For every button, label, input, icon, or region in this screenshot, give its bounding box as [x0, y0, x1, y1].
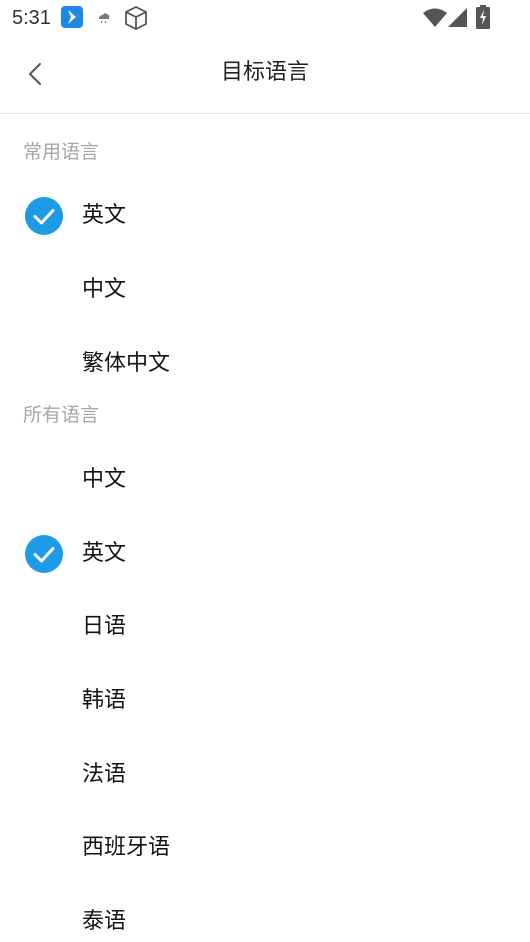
- language-label: 英文: [82, 203, 127, 228]
- language-label: 英文: [82, 541, 127, 566]
- language-option-english[interactable]: 英文: [0, 523, 530, 585]
- language-label: 中文: [82, 277, 127, 302]
- cube-icon: [125, 6, 147, 30]
- language-label: 日语: [82, 614, 127, 639]
- cell-signal-icon: [448, 8, 467, 27]
- weather-icon: [99, 13, 110, 23]
- language-label: 西班牙语: [82, 835, 171, 860]
- language-option-traditional-chinese-common[interactable]: 繁体中文: [0, 333, 530, 395]
- language-option-korean[interactable]: 韩语: [0, 670, 530, 732]
- checkmark-icon: [25, 197, 63, 235]
- app-notification-icon: [61, 6, 83, 28]
- section-header-all: 所有语言: [23, 404, 100, 426]
- language-label: 韩语: [82, 688, 127, 713]
- language-option-thai[interactable]: 泰语: [0, 876, 530, 938]
- language-option-chinese-common[interactable]: 中文: [0, 259, 530, 321]
- status-time: 5:31: [12, 7, 51, 29]
- checkmark-icon: [25, 535, 63, 573]
- language-option-japanese[interactable]: 日语: [0, 596, 530, 658]
- status-bar: 5:31: [0, 0, 530, 36]
- page-title: 目标语言: [220, 60, 309, 85]
- language-label: 泰语: [82, 909, 127, 934]
- language-label: 法语: [82, 762, 127, 787]
- language-option-english-common[interactable]: 英文: [0, 185, 530, 247]
- app-bar: 目标语言: [0, 36, 530, 114]
- language-option-spanish[interactable]: 西班牙语: [0, 817, 530, 879]
- battery-charging-icon: [476, 5, 490, 29]
- language-option-chinese[interactable]: 中文: [0, 449, 530, 511]
- section-header-common: 常用语言: [23, 141, 100, 163]
- language-label: 繁体中文: [82, 351, 171, 376]
- wifi-icon: [423, 8, 447, 27]
- language-label: 中文: [82, 467, 127, 492]
- language-option-french[interactable]: 法语: [0, 744, 530, 806]
